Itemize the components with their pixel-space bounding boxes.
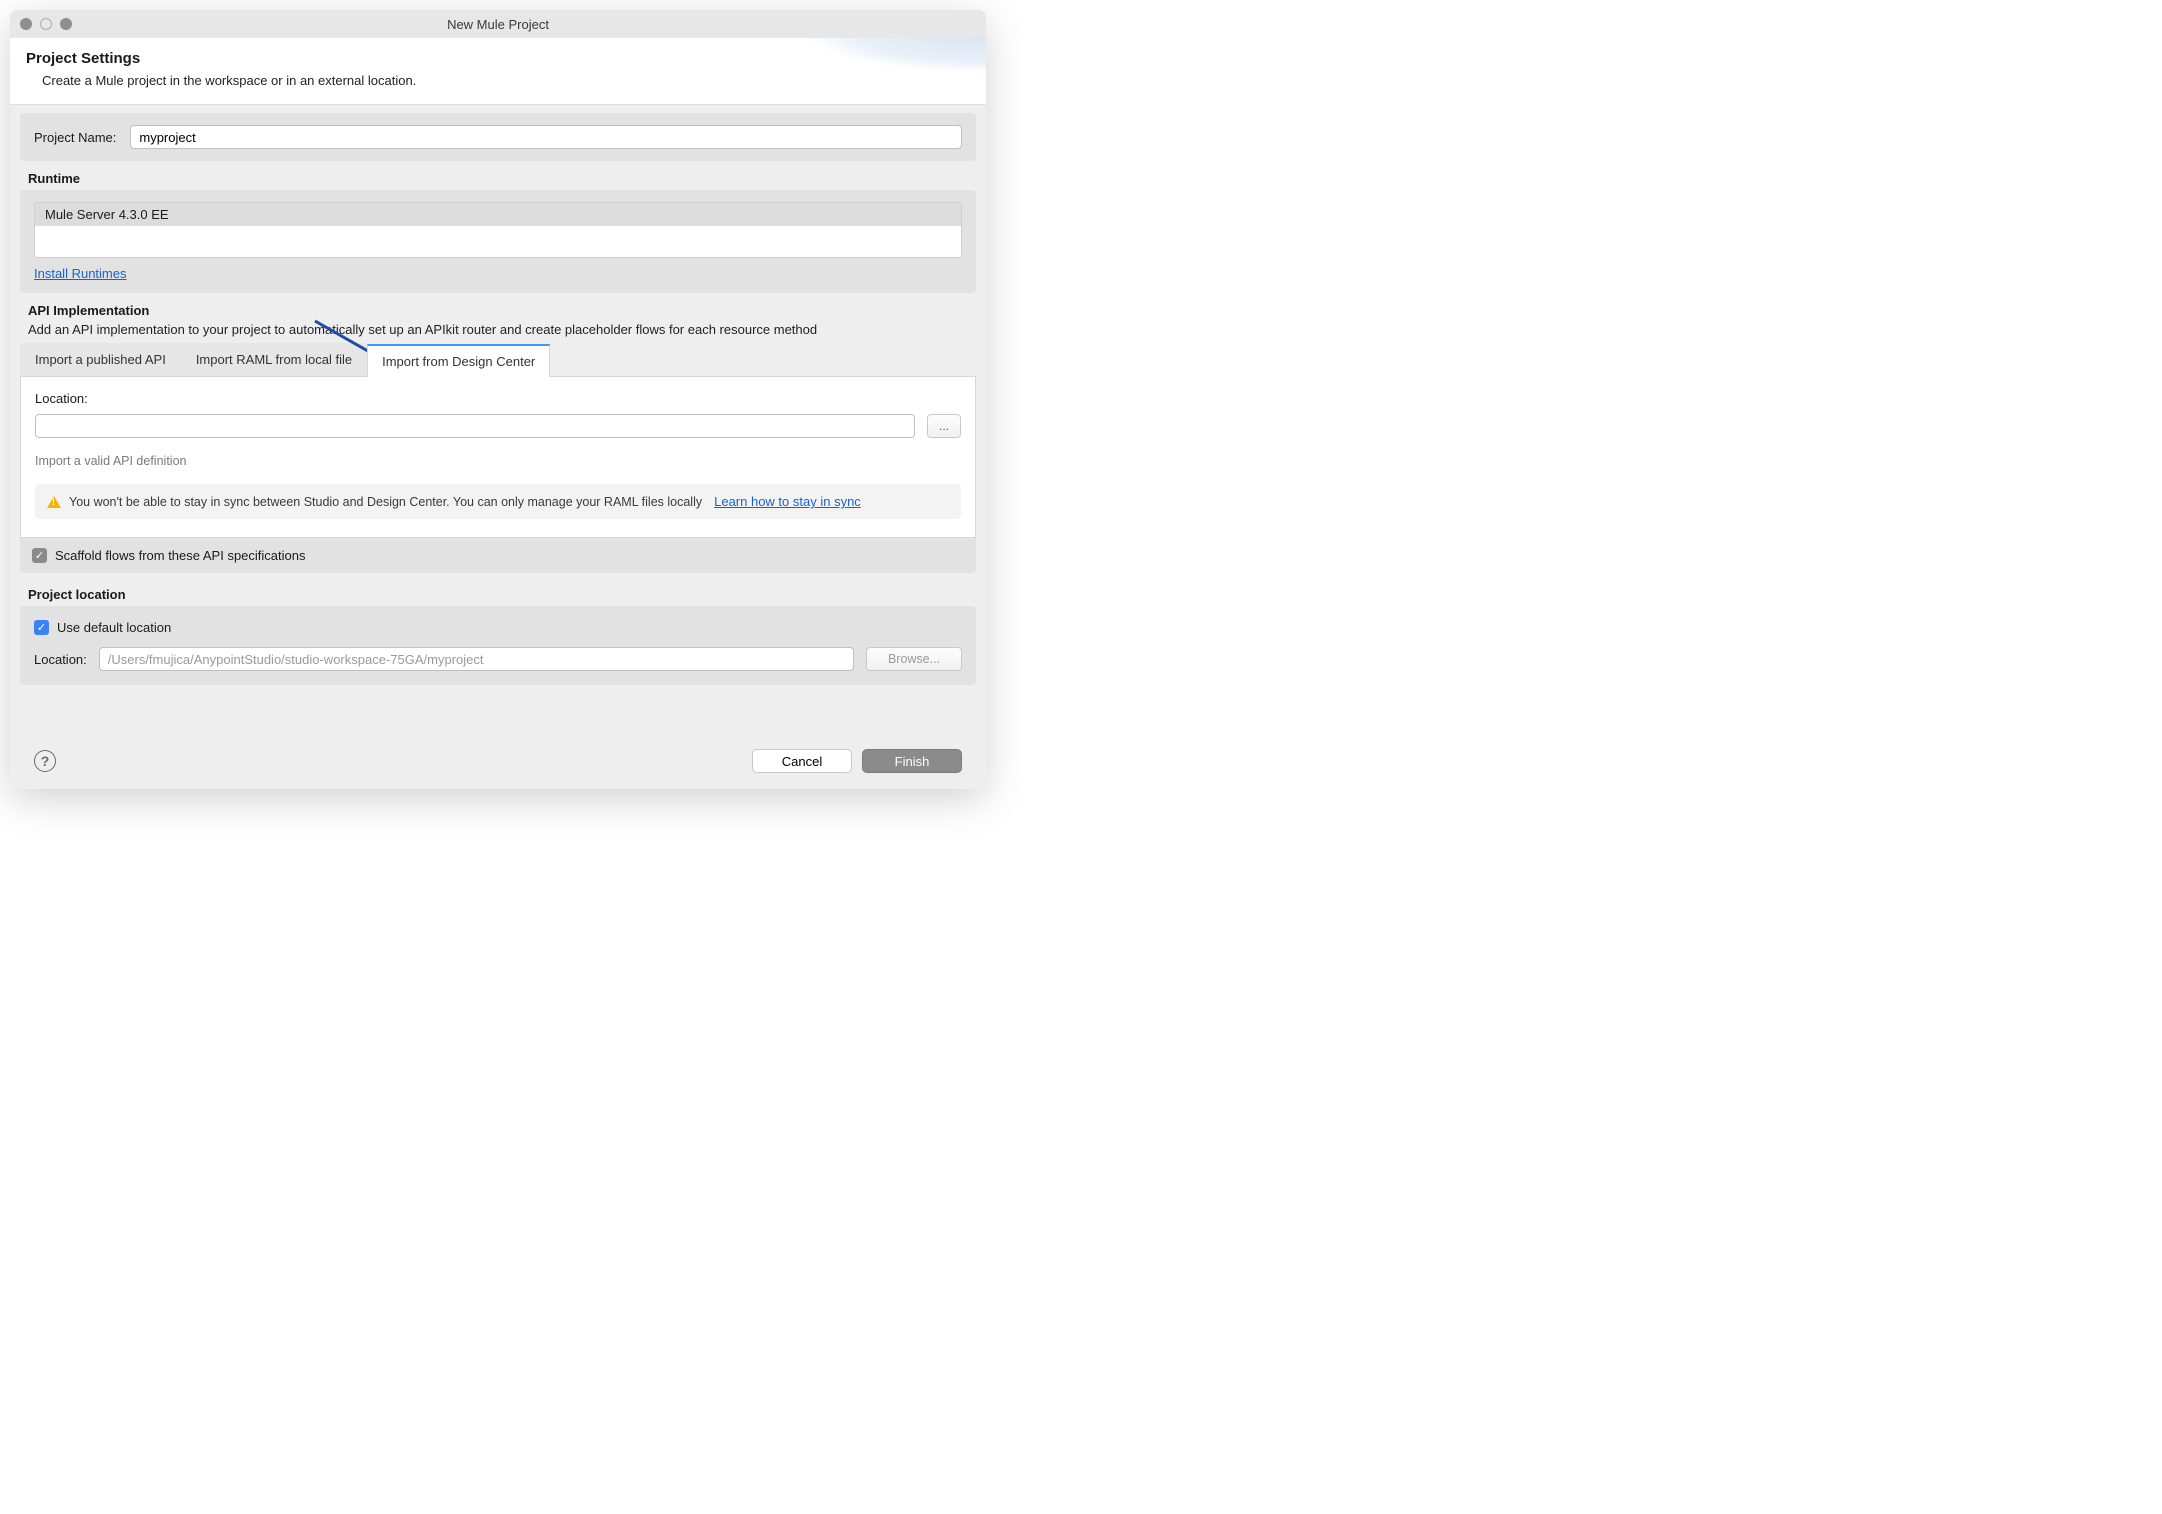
maximize-icon[interactable] (60, 18, 72, 30)
tab-import-published[interactable]: Import a published API (20, 343, 181, 376)
window-controls (10, 18, 72, 30)
tab-panel: Location: ... Import a valid API definit… (20, 377, 976, 538)
dialog-window: New Mule Project Project Settings Create… (10, 10, 986, 789)
runtime-list[interactable]: Mule Server 4.3.0 EE (34, 202, 962, 258)
location-label: Location: (35, 391, 961, 406)
tab-import-design-center[interactable]: Import from Design Center (367, 344, 550, 377)
runtime-option[interactable]: Mule Server 4.3.0 EE (35, 203, 961, 226)
project-name-input[interactable] (130, 125, 962, 149)
project-name-label: Project Name: (34, 130, 116, 145)
api-impl-title: API Implementation (28, 303, 968, 318)
use-default-label: Use default location (57, 620, 171, 635)
minimize-icon (40, 18, 52, 30)
page-title: Project Settings (26, 50, 970, 67)
proj-location-label: Location: (34, 652, 87, 667)
dialog-header: Project Settings Create a Mule project i… (10, 38, 986, 105)
browse-location-button[interactable]: ... (927, 414, 961, 438)
runtime-title: Runtime (28, 171, 968, 186)
warning-text: You won't be able to stay in sync betwee… (69, 495, 702, 509)
help-icon[interactable]: ? (34, 750, 56, 772)
install-runtimes-link[interactable]: Install Runtimes (34, 266, 126, 281)
project-location-title: Project location (28, 587, 968, 602)
api-impl-description: Add an API implementation to your projec… (28, 322, 968, 337)
scaffold-checkbox[interactable]: ✓ (32, 548, 47, 563)
project-name-group: Project Name: (20, 113, 976, 161)
scaffold-label: Scaffold flows from these API specificat… (55, 548, 306, 563)
runtime-group: Mule Server 4.3.0 EE Install Runtimes (20, 190, 976, 293)
warning-icon (47, 496, 61, 508)
page-subtitle: Create a Mule project in the workspace o… (42, 73, 970, 88)
tab-import-raml-local[interactable]: Import RAML from local file (181, 343, 367, 376)
import-hint: Import a valid API definition (35, 454, 961, 468)
sync-learn-link[interactable]: Learn how to stay in sync (714, 494, 861, 509)
scaffold-row: ✓ Scaffold flows from these API specific… (20, 538, 976, 573)
sync-warning: You won't be able to stay in sync betwee… (35, 484, 961, 519)
proj-location-input (99, 647, 854, 671)
cancel-button[interactable]: Cancel (752, 749, 852, 773)
window-title: New Mule Project (10, 17, 986, 32)
finish-button[interactable]: Finish (862, 749, 962, 773)
close-icon[interactable] (20, 18, 32, 30)
use-default-checkbox[interactable]: ✓ (34, 620, 49, 635)
dialog-footer: ? Cancel Finish (20, 735, 976, 789)
project-location-group: ✓ Use default location Location: Browse.… (20, 606, 976, 685)
dialog-content: Project Name: Runtime Mule Server 4.3.0 … (10, 105, 986, 789)
api-tabs: Import a published API Import RAML from … (20, 343, 976, 377)
browse-button: Browse... (866, 647, 962, 671)
titlebar: New Mule Project (10, 10, 986, 38)
location-input[interactable] (35, 414, 915, 438)
